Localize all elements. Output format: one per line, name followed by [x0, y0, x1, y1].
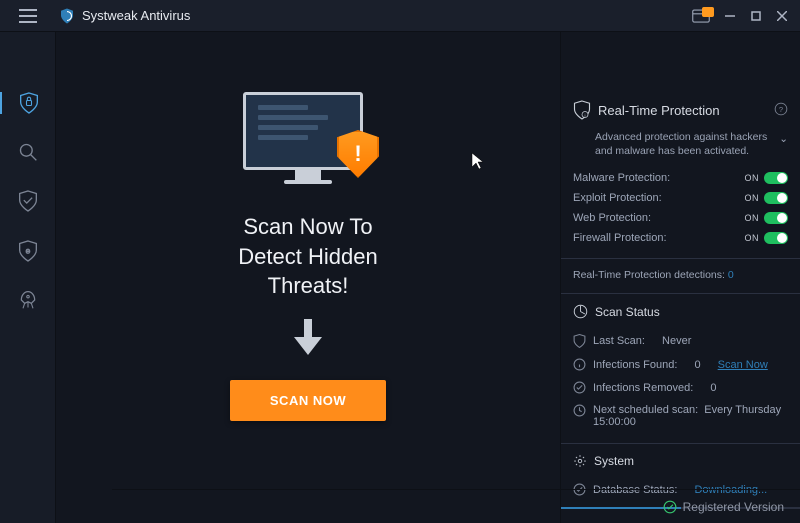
hero-panel: ! Scan Now To Detect Hidden Threats! SCA…: [56, 32, 560, 523]
cursor-icon: [471, 152, 485, 173]
infections-removed-row: Infections Removed: 0: [573, 376, 788, 399]
toggle-state: ON: [745, 233, 760, 243]
realtime-description: Advanced protection against hackers and …: [573, 130, 788, 158]
toggle-state: ON: [745, 193, 760, 203]
minimize-button[interactable]: [718, 4, 742, 28]
scan-now-button[interactable]: SCAN NOW: [230, 380, 386, 421]
shield-e-icon: e: [18, 240, 38, 262]
registered-label: Registered Version: [683, 500, 784, 514]
shield-check-icon: [18, 190, 38, 212]
svg-text:?: ?: [779, 104, 783, 113]
down-arrow-icon: [294, 319, 322, 358]
toggle-label: Web Protection:: [573, 212, 651, 224]
menu-button[interactable]: [0, 0, 56, 32]
toggle-label: Malware Protection:: [573, 172, 670, 184]
info-icon: [573, 358, 586, 371]
rocket-icon: [18, 290, 38, 310]
toggle-switch[interactable]: [764, 232, 788, 244]
monitor-illustration: !: [243, 92, 373, 192]
main: ! Scan Now To Detect Hidden Threats! SCA…: [56, 32, 800, 523]
app-shield-icon: [58, 7, 76, 25]
chevron-down-icon[interactable]: ⌄: [779, 132, 788, 146]
toggle-exploit: Exploit Protection: ON: [573, 188, 788, 208]
footer: Registered Version: [112, 489, 800, 523]
detections-count: 0: [728, 269, 734, 281]
check-circle-icon: [573, 381, 586, 394]
toggle-switch[interactable]: [764, 192, 788, 204]
toggle-label: Firewall Protection:: [573, 232, 667, 244]
sidebar-item-scan[interactable]: [0, 142, 56, 162]
realtime-header: i Real-Time Protection ?: [573, 100, 788, 120]
svg-text:e: e: [25, 246, 30, 256]
sidebar-item-boost[interactable]: [0, 290, 56, 310]
sidebar: e: [0, 32, 56, 523]
toggle-malware: Malware Protection: ON: [573, 168, 788, 188]
toggle-switch[interactable]: [764, 212, 788, 224]
toggle-switch[interactable]: [764, 172, 788, 184]
close-button[interactable]: [770, 4, 794, 28]
shield-check-mini-icon: [573, 334, 586, 348]
clock-icon: [573, 404, 586, 417]
last-scan-row: Last Scan: Never: [573, 329, 788, 353]
right-panel: i Real-Time Protection ? Advanced protec…: [560, 32, 800, 523]
hero-line: Detect Hidden: [238, 242, 377, 272]
app-title: Systweak Antivirus: [82, 8, 190, 23]
hero-line: Scan Now To: [238, 212, 377, 242]
search-icon: [18, 142, 38, 162]
maximize-button[interactable]: [744, 4, 768, 28]
hamburger-icon: [19, 9, 37, 23]
hero-heading: Scan Now To Detect Hidden Threats!: [238, 212, 377, 301]
check-circle-icon: [663, 500, 677, 514]
sidebar-item-protection[interactable]: [0, 190, 56, 212]
system-title: System: [594, 454, 634, 468]
titlebar: Systweak Antivirus: [0, 0, 800, 32]
toggle-firewall: Firewall Protection: ON: [573, 228, 788, 248]
sidebar-item-home[interactable]: [0, 92, 56, 114]
hero-line: Threats!: [238, 271, 377, 301]
radar-icon: [573, 304, 588, 319]
gear-icon: [573, 454, 587, 468]
scan-status-header: Scan Status: [573, 304, 788, 319]
system-header: System: [573, 454, 788, 468]
shield-info-icon: i: [573, 100, 591, 120]
warning-shield-icon: !: [337, 130, 379, 178]
next-scan-row: Next scheduled scan: Every Thursday 15:0…: [573, 399, 788, 433]
scan-status-title: Scan Status: [595, 305, 660, 319]
realtime-title: Real-Time Protection: [598, 103, 720, 118]
scan-now-link[interactable]: Scan Now: [718, 359, 768, 371]
toggle-state: ON: [745, 173, 760, 183]
infections-found-row: Infections Found: 0 Scan Now: [573, 353, 788, 376]
app-logo: Systweak Antivirus: [58, 7, 190, 25]
detections-row: Real-Time Protection detections: 0: [573, 269, 788, 283]
toggle-web: Web Protection: ON: [573, 208, 788, 228]
toggle-label: Exploit Protection:: [573, 192, 662, 204]
help-button[interactable]: ?: [774, 102, 788, 119]
shield-lock-icon: [19, 92, 39, 114]
toggle-state: ON: [745, 213, 760, 223]
svg-text:i: i: [585, 113, 586, 118]
notification-button[interactable]: [692, 9, 710, 23]
sidebar-item-quarantine[interactable]: e: [0, 240, 56, 262]
notification-badge: [702, 7, 714, 17]
